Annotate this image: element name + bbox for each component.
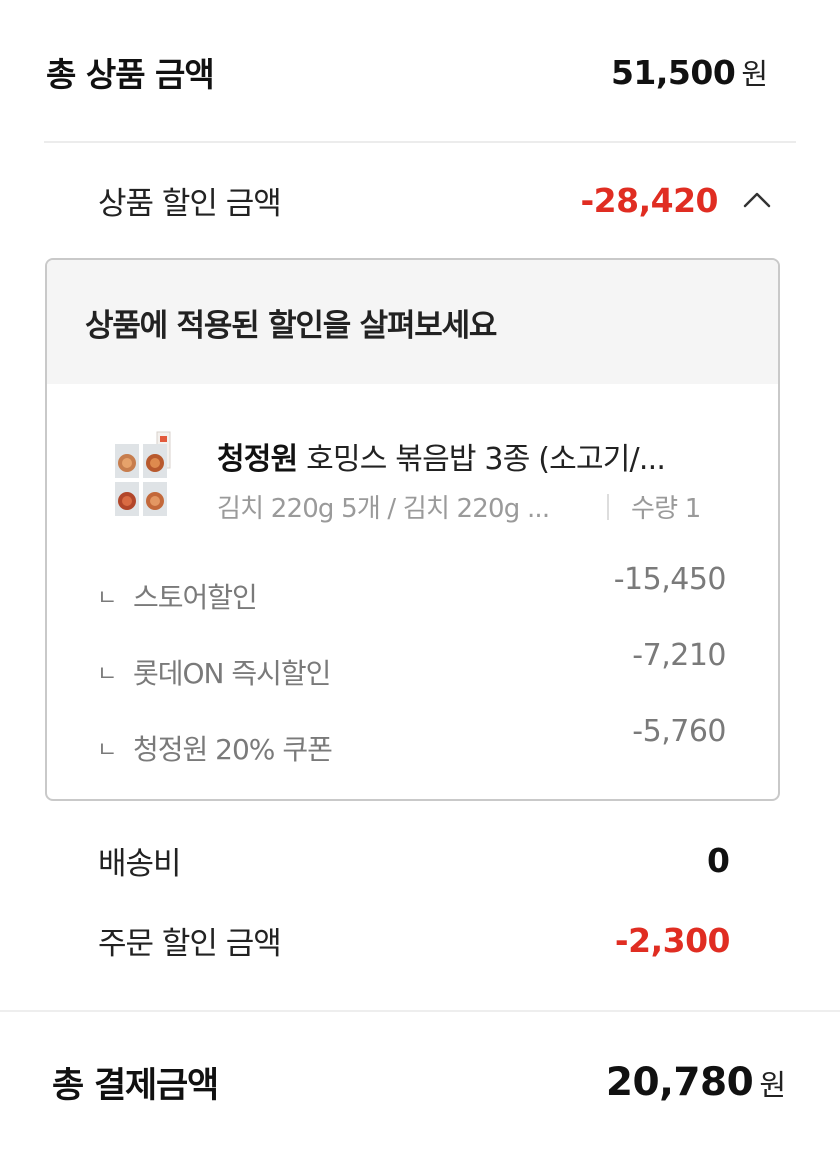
order-discount-amount: -2,300 xyxy=(614,920,731,960)
product-discount-right: -28,420 xyxy=(580,181,772,220)
discount-amount: -5,760 xyxy=(632,714,726,749)
discount-line-item: ㄴ 청정원 20% 쿠폰 -5,760 xyxy=(97,714,726,766)
product-discount-amount: -28,420 xyxy=(580,180,718,220)
discount-amount: -15,450 xyxy=(613,562,727,597)
discount-line-item: ㄴ 스토어할인 -15,450 xyxy=(97,562,727,614)
discount-name: 스토어할인 xyxy=(133,581,258,614)
total-payment-row: 총 결제금액 20,780 원 xyxy=(52,1050,786,1114)
discount-name: 청정원 20% 쿠폰 xyxy=(133,733,333,766)
shipping-amount: 0 xyxy=(707,840,730,880)
product-discount-row[interactable]: 상품 할인 금액 -28,420 xyxy=(98,174,772,226)
product-name: 청정원 호밍스 볶음밥 3종 (소고기/... xyxy=(217,434,737,478)
currency-unit: 원 xyxy=(759,1067,786,1102)
option-separator xyxy=(607,493,609,520)
product-thumbnail-image xyxy=(113,430,171,522)
order-discount-label: 주문 할인 금액 xyxy=(98,925,282,962)
total-product-row: 총 상품 금액 51,500 원 xyxy=(46,44,768,100)
total-product-amount-wrap: 51,500 원 xyxy=(611,51,768,93)
branch-mark: ㄴ xyxy=(97,662,117,687)
total-product-amount: 51,500 xyxy=(610,53,736,92)
product-brand: 청정원 xyxy=(217,442,298,477)
shipping-label: 배송비 xyxy=(98,845,182,882)
product-option-row: 김치 220g 5개 / 김치 220g ... 수량 1 xyxy=(217,488,737,525)
discount-amount: -7,210 xyxy=(632,638,726,673)
order-discount-row: 주문 할인 금액 -2,300 xyxy=(98,914,731,966)
total-payment-label: 총 결제금액 xyxy=(52,1065,219,1106)
discount-detail-heading: 상품에 적용된 할인을 살펴보세요 xyxy=(47,260,778,384)
product-discount-label: 상품 할인 금액 xyxy=(98,185,282,222)
discount-detail-panel: 상품에 적용된 할인을 살펴보세요 청정원 호밍스 볶음밥 3종 (소고기/..… xyxy=(45,258,780,801)
product-item: 청정원 호밍스 볶음밥 3종 (소고기/... 김치 220g 5개 / 김치 … xyxy=(113,430,728,526)
total-product-label: 총 상품 금액 xyxy=(46,55,215,94)
total-payment-amount-wrap: 20,780 원 xyxy=(606,1060,786,1105)
product-title: 호밍스 볶음밥 3종 (소고기/... xyxy=(306,442,666,477)
shipping-row: 배송비 0 xyxy=(98,834,730,886)
currency-unit: 원 xyxy=(741,57,768,91)
product-thumbnail xyxy=(113,430,171,522)
product-option: 김치 220g 5개 / 김치 220g ... xyxy=(217,494,550,524)
chevron-up-icon-svg xyxy=(743,192,771,208)
discount-line-item: ㄴ 롯데ON 즉시할인 -7,210 xyxy=(97,638,726,690)
product-quantity: 수량 1 xyxy=(631,494,701,524)
divider xyxy=(44,141,796,143)
branch-mark: ㄴ xyxy=(97,586,117,611)
total-payment-amount: 20,780 xyxy=(605,1059,754,1105)
discount-name: 롯데ON 즉시할인 xyxy=(133,657,331,690)
branch-mark: ㄴ xyxy=(97,738,117,763)
divider xyxy=(0,1010,840,1012)
chevron-up-icon[interactable] xyxy=(742,185,772,215)
